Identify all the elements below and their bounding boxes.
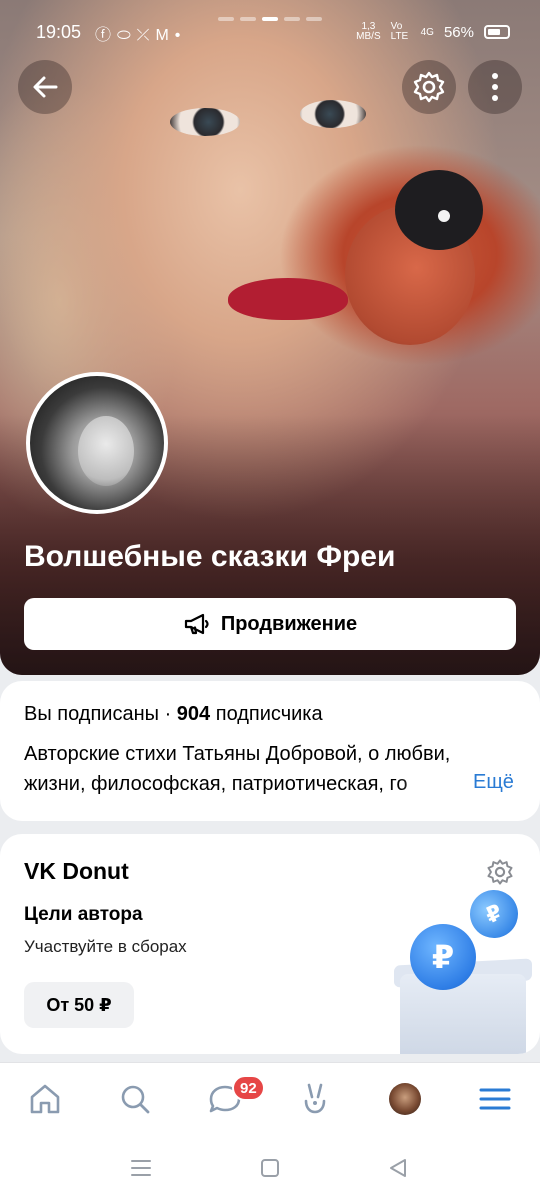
- recent-apps-icon: [131, 1160, 151, 1176]
- nav-profile-avatar[interactable]: [389, 1083, 421, 1115]
- cover-pager: [218, 17, 322, 21]
- description-line: жизни, философская, патриотическая, го: [24, 773, 408, 795]
- system-recent-button[interactable]: [129, 1156, 153, 1180]
- cover-decoration: [395, 170, 483, 250]
- ruble-coin-icon: ₽: [462, 882, 526, 946]
- cover-decoration: [438, 210, 450, 222]
- ruble-coin-icon: ₽: [410, 924, 476, 990]
- clips-icon: [304, 1083, 326, 1114]
- cover-decoration: [170, 108, 240, 136]
- pager-dot: [284, 17, 300, 21]
- author-goals-subtitle: Участвуйте в сборах: [24, 937, 187, 956]
- battery-text: 56%: [443, 23, 474, 41]
- separator: ·: [164, 703, 172, 725]
- nav-home[interactable]: [23, 1077, 67, 1121]
- more-button[interactable]: [468, 60, 522, 114]
- author-goals-title: Цели автора: [24, 904, 143, 925]
- screen: 19:05 ⓕ⬭⤫M• 1,3 MB/S Vo LTE 4G 56% Волше…: [0, 0, 540, 1200]
- group-info-card: Вы подписаны · 904 подписчика Авторские …: [0, 681, 540, 821]
- signal-label: 4G: [420, 26, 434, 38]
- pager-dot: [240, 17, 256, 21]
- pager-dot-active: [262, 17, 278, 21]
- settings-button[interactable]: [402, 60, 456, 114]
- group-description: Авторские стихи Татьяны Добровой, о любв…: [24, 739, 519, 799]
- status-bar: 19:05 ⓕ⬭⤫M• 1,3 MB/S Vo LTE 4G 56%: [0, 0, 540, 62]
- notification-icons: ⓕ⬭⤫M•: [95, 27, 187, 44]
- megaphone-icon: [184, 613, 209, 635]
- system-home-button[interactable]: [258, 1156, 282, 1180]
- subscribed-status: Вы подписаны: [24, 703, 159, 725]
- pager-dot: [306, 17, 322, 21]
- search-icon: [121, 1085, 150, 1114]
- gear-icon: [487, 859, 513, 885]
- donut-title: VK Donut: [24, 858, 129, 884]
- triangle-back-icon: [390, 1159, 406, 1177]
- bottom-nav: 92: [0, 1062, 540, 1136]
- gear-icon: [413, 71, 445, 103]
- back-button[interactable]: [18, 60, 72, 114]
- donut-settings-button[interactable]: [486, 858, 514, 891]
- promotion-button[interactable]: Продвижение: [24, 598, 516, 650]
- subscription-line[interactable]: Вы подписаны · 904 подписчика: [24, 703, 323, 726]
- show-more-link[interactable]: Ещё: [473, 771, 514, 794]
- status-time: 19:05: [36, 22, 82, 42]
- vk-donut-card[interactable]: VK Donut Цели автора Участвуйте в сборах…: [0, 834, 540, 1054]
- volte-label: Vo LTE: [390, 21, 409, 42]
- system-nav-bar: [0, 1136, 540, 1200]
- messages-badge: 92: [232, 1075, 265, 1101]
- promotion-label: Продвижение: [220, 612, 358, 635]
- more-vertical-icon: [492, 73, 498, 101]
- group-avatar[interactable]: [26, 372, 168, 514]
- nav-search[interactable]: [113, 1077, 157, 1121]
- square-home-icon: [261, 1159, 279, 1177]
- status-right: 1,3 MB/S Vo LTE 4G 56%: [356, 22, 510, 42]
- subscribers-count: 904: [176, 703, 211, 725]
- avatar-face: [78, 416, 134, 486]
- pager-dot: [218, 17, 234, 21]
- description-line: Авторские стихи Татьяны Добровой, о любв…: [24, 743, 451, 765]
- arrow-left-icon: [33, 76, 58, 98]
- donation-box-icon: [400, 974, 526, 1054]
- cover-decoration: [300, 100, 366, 128]
- cover-decoration: [228, 278, 348, 320]
- nav-clips[interactable]: [293, 1077, 337, 1121]
- system-back-button[interactable]: [386, 1156, 410, 1180]
- donut-price-button[interactable]: От 50 ₽: [24, 982, 134, 1028]
- home-icon: [30, 1084, 60, 1114]
- battery-icon: [484, 25, 510, 39]
- menu-icon: [479, 1088, 511, 1110]
- nav-menu[interactable]: [473, 1077, 517, 1121]
- net-speed-unit: MB/S: [356, 31, 381, 42]
- group-name: Волшебные сказки Фреи: [24, 540, 396, 573]
- subscribers-word: подписчика: [215, 703, 323, 725]
- net-speed: 1,3 MB/S: [356, 22, 380, 42]
